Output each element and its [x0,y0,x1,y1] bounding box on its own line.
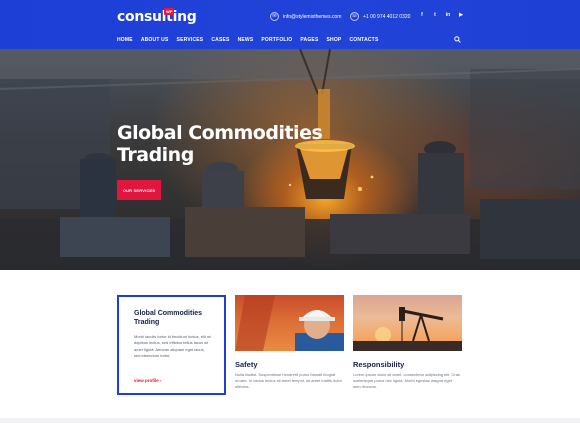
logo[interactable]: consulting [117,9,197,25]
twitter-icon[interactable]: t [432,12,438,18]
safety-image[interactable] [235,295,344,351]
responsibility-image[interactable] [353,295,462,351]
main-nav: HOME ABOUT US SERVICES CASES NEWS PORTFO… [117,37,386,43]
safety-title[interactable]: Safety [235,360,258,369]
email-text: info@stylemixthemes.com [283,13,342,20]
worker-helmet-image [235,295,344,351]
nav-item-news[interactable]: NEWS [238,37,254,43]
nav-item-contacts[interactable]: CONTACTS [349,37,378,43]
feature-card: Global Commodities Trading Morbi iaculis… [117,295,226,395]
hero-title: Global Commodities Trading [117,122,323,166]
view-profile-label: view profile [134,378,159,383]
nav-item-cases[interactable]: CASES [211,37,229,43]
nav-item-portfolio[interactable]: PORTFOLIO [261,37,292,43]
nav-item-pages[interactable]: PAGES [300,37,318,43]
logo-badge: WP [164,8,175,15]
linkedin-icon[interactable]: in [445,12,451,18]
nav-item-shop[interactable]: SHOP [326,37,341,43]
responsibility-title[interactable]: Responsibility [353,360,404,369]
safety-text: Nulla facilisi. Suspendisse hendrerit pu… [235,372,342,389]
phone-text: +1 00 974 4012 0320 [363,13,411,20]
footer-divider [0,418,580,423]
search-icon[interactable] [454,36,461,43]
phone-contact[interactable]: ☏ +1 00 974 4012 0320 [350,12,410,21]
nav-item-about-us[interactable]: ABOUT US [141,37,169,43]
responsibility-text: Lorem ipsum dolor sit amet, consectetur … [353,372,460,389]
oil-pump-image [353,307,462,351]
feature-title: Global Commodities Trading [134,310,203,326]
phone-icon: ☏ [350,12,359,21]
chevron-right-icon: › [160,378,162,383]
hero-title-line2: Trading [117,144,194,166]
nav-item-services[interactable]: SERVICES [177,37,204,43]
our-services-button[interactable]: OUR SERVICES [117,180,161,200]
facebook-icon[interactable]: f [419,12,425,18]
feature-text: Morbi iaculis tortor id tincidunt luctus… [134,334,212,359]
hero-title-line1: Global Commodities [117,122,323,144]
email-contact[interactable]: ✉ info@stylemixthemes.com [270,12,341,21]
mail-icon: ✉ [270,12,279,21]
social-links: f t in ▶ [419,12,464,18]
hero-banner: Global Commodities Trading OUR SERVICES [0,49,580,270]
view-profile-link[interactable]: view profile › [134,378,162,383]
nav-item-home[interactable]: HOME [117,37,133,43]
youtube-icon[interactable]: ▶ [458,12,464,18]
site-header: consulting WP ✉ info@stylemixthemes.com … [0,0,580,49]
